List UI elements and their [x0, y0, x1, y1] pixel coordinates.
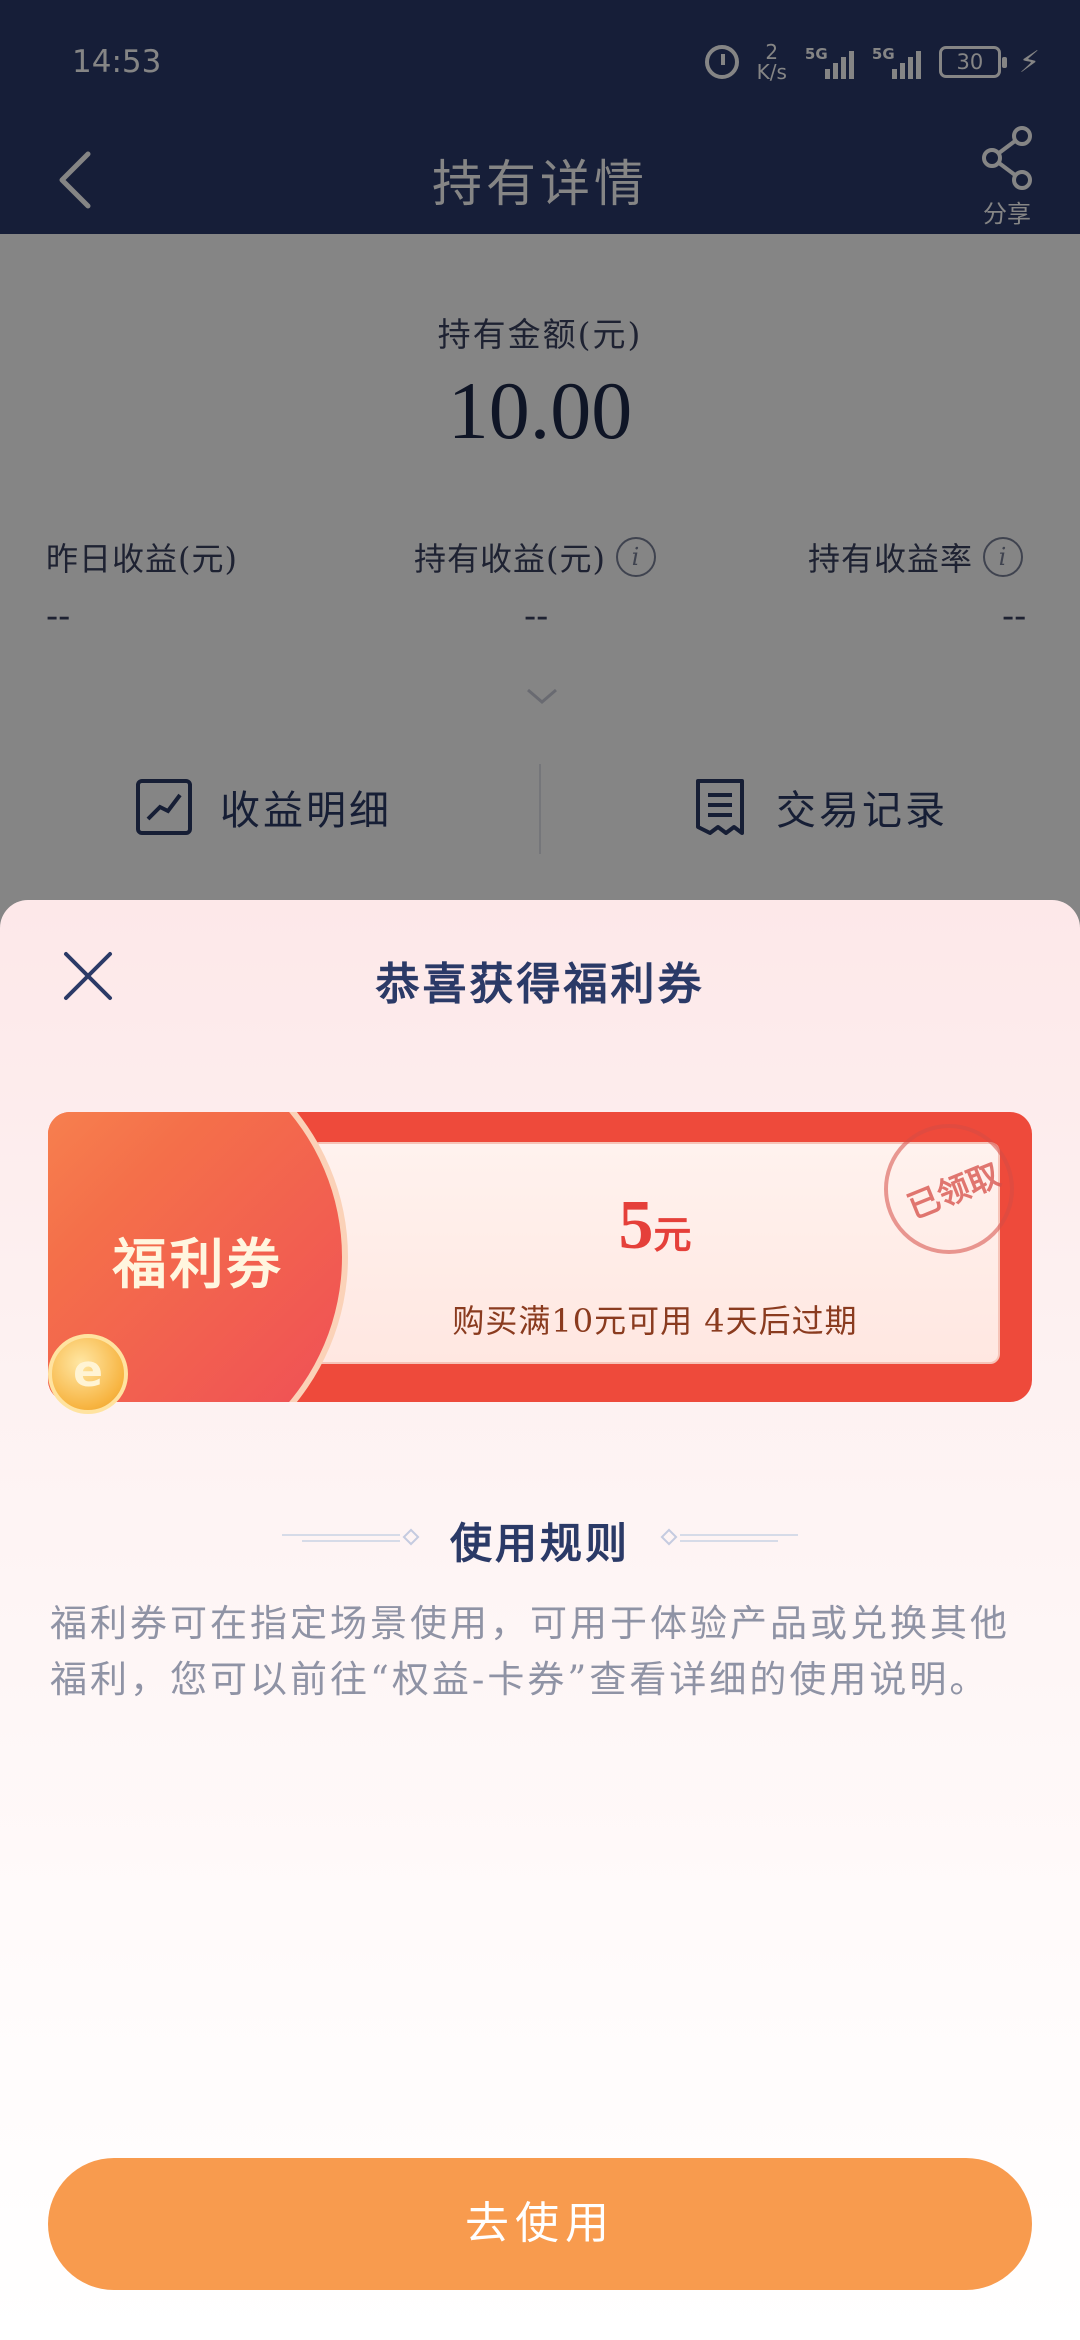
- use-coupon-button[interactable]: 去使用: [48, 2158, 1032, 2290]
- decoration-right: [660, 1528, 798, 1546]
- coupon-condition: 购买满10元可用 4天后过期: [452, 1302, 858, 1340]
- coupon-name: 福利券: [112, 1232, 284, 1296]
- coupon-card: 福利券 5元 购买满10元可用 4天后过期 已领取: [48, 1112, 1032, 1414]
- coin-icon: [48, 1334, 128, 1414]
- coupon-unit: 元: [653, 1212, 692, 1257]
- stamp-text: 已领取: [902, 1155, 1006, 1227]
- claimed-stamp: 已领取: [884, 1124, 1014, 1254]
- sheet-title: 恭喜获得福利券: [375, 959, 705, 1010]
- coupon-amount: 5: [618, 1187, 654, 1264]
- rules-title: 使用规则: [449, 1519, 630, 1568]
- coupon-sheet: 恭喜获得福利券 福利券 5元 购买满10元可用 4天后过期 已领取 使用规则 福…: [0, 900, 1080, 2340]
- rules-description: 福利券可在指定场景使用，可用于体验产品或兑换其他福利，您可以前往“权益-卡券”查…: [50, 1602, 1010, 1701]
